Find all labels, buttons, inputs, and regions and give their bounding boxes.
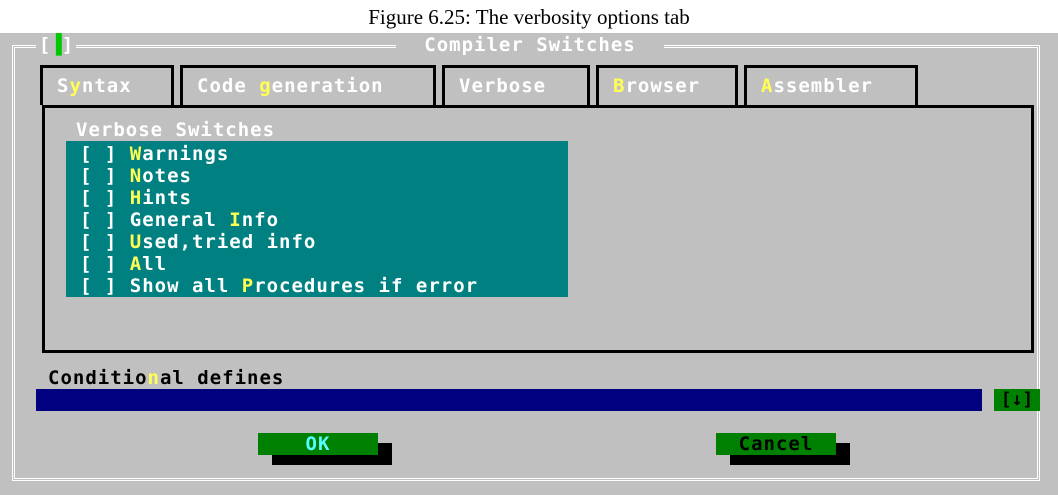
checkbox-box: [ ] bbox=[80, 209, 130, 231]
checkbox-label-post: sed,tried info bbox=[142, 231, 317, 253]
tab-codegen-post: eneration bbox=[271, 75, 384, 97]
tab-bar: Syntax Code generation Verbose Browser A… bbox=[40, 65, 1040, 107]
checkbox-hotkey: N bbox=[129, 165, 143, 187]
ok-button[interactable]: OK bbox=[258, 433, 378, 455]
tab-syntax-post: ntax bbox=[81, 75, 132, 97]
checkbox-notes[interactable]: [ ] Notes bbox=[80, 165, 192, 187]
tab-verbose[interactable]: Verbose bbox=[442, 65, 590, 107]
checkbox-label-pre: Show all bbox=[129, 275, 242, 297]
checkbox-box: [ ] bbox=[80, 231, 130, 253]
verbose-switches-label: Verbose Switches bbox=[76, 119, 276, 141]
dialog-title: Compiler Switches bbox=[396, 33, 664, 57]
tab-verbose-post: Verbose bbox=[459, 75, 547, 97]
cond-label-hotkey: n bbox=[147, 367, 160, 389]
checkbox-label-post: arnings bbox=[142, 143, 230, 165]
close-open: [ bbox=[38, 34, 51, 56]
cond-label-pre: Conditio bbox=[48, 367, 148, 389]
checkbox-box: [ ] bbox=[80, 253, 130, 275]
cancel-button[interactable]: Cancel bbox=[716, 433, 836, 455]
tab-codegen-pre: Code bbox=[197, 75, 260, 97]
conditional-defines-input[interactable] bbox=[36, 389, 982, 411]
tab-syntax[interactable]: Syntax bbox=[40, 65, 174, 105]
checkbox-all[interactable]: [ ] All bbox=[80, 253, 167, 275]
checkbox-box: [ ] bbox=[80, 187, 130, 209]
tab-code-generation[interactable]: Code generation bbox=[180, 65, 436, 105]
close-end: ] bbox=[61, 34, 74, 56]
tab-assembler-hotkey: A bbox=[761, 75, 774, 97]
tab-codegen-hotkey: g bbox=[259, 75, 272, 97]
checkbox-hotkey: W bbox=[129, 143, 143, 165]
checkbox-show-all-procedures[interactable]: [ ] Show all Procedures if error bbox=[80, 275, 478, 297]
checkbox-label-post: otes bbox=[142, 165, 192, 187]
history-dropdown-button[interactable]: [↓] bbox=[994, 389, 1040, 411]
checkbox-hotkey: I bbox=[229, 209, 242, 231]
tab-syntax-pre: S bbox=[57, 75, 70, 97]
checkbox-label-post: rocedures if error bbox=[254, 275, 479, 297]
tab-assembler[interactable]: Assembler bbox=[744, 65, 918, 105]
verbose-switches-list: [ ] Warnings [ ] Notes [ ] Hints [ ] Gen… bbox=[66, 141, 568, 297]
checkbox-box: [ ] bbox=[80, 165, 130, 187]
checkbox-label-post: ints bbox=[142, 187, 192, 209]
title-bar: [▐] Compiler Switches bbox=[0, 33, 1058, 57]
tab-syntax-hotkey: y bbox=[69, 75, 82, 97]
tab-assembler-post: ssembler bbox=[773, 75, 873, 97]
close-icon: ▐ bbox=[50, 34, 62, 56]
tab-browser[interactable]: Browser bbox=[596, 65, 738, 105]
figure-caption: Figure 6.25: The verbosity options tab bbox=[368, 5, 690, 29]
close-button[interactable]: [▐] bbox=[36, 33, 76, 57]
checkbox-hotkey: A bbox=[129, 253, 143, 275]
checkbox-general-info[interactable]: [ ] General Info bbox=[80, 209, 279, 231]
checkbox-used-tried-info[interactable]: [ ] Used,tried info bbox=[80, 231, 316, 253]
checkbox-hotkey: U bbox=[129, 231, 143, 253]
checkbox-box: [ ] bbox=[80, 143, 130, 165]
conditional-defines-label: Conditional defines bbox=[48, 367, 284, 389]
tab-browser-post: rowser bbox=[625, 75, 701, 97]
compiler-switches-dialog: [▐] Compiler Switches Syntax Code genera… bbox=[0, 33, 1058, 495]
checkbox-label-post: nfo bbox=[241, 209, 280, 231]
cond-label-post: al defines bbox=[159, 367, 285, 389]
checkbox-warnings[interactable]: [ ] Warnings bbox=[80, 143, 229, 165]
checkbox-label-post: ll bbox=[142, 253, 168, 275]
checkbox-label-pre: General bbox=[129, 209, 230, 231]
checkbox-hints[interactable]: [ ] Hints bbox=[80, 187, 192, 209]
checkbox-hotkey: H bbox=[129, 187, 143, 209]
checkbox-hotkey: P bbox=[241, 275, 255, 297]
checkbox-box: [ ] bbox=[80, 275, 130, 297]
tab-browser-hotkey: B bbox=[613, 75, 626, 97]
